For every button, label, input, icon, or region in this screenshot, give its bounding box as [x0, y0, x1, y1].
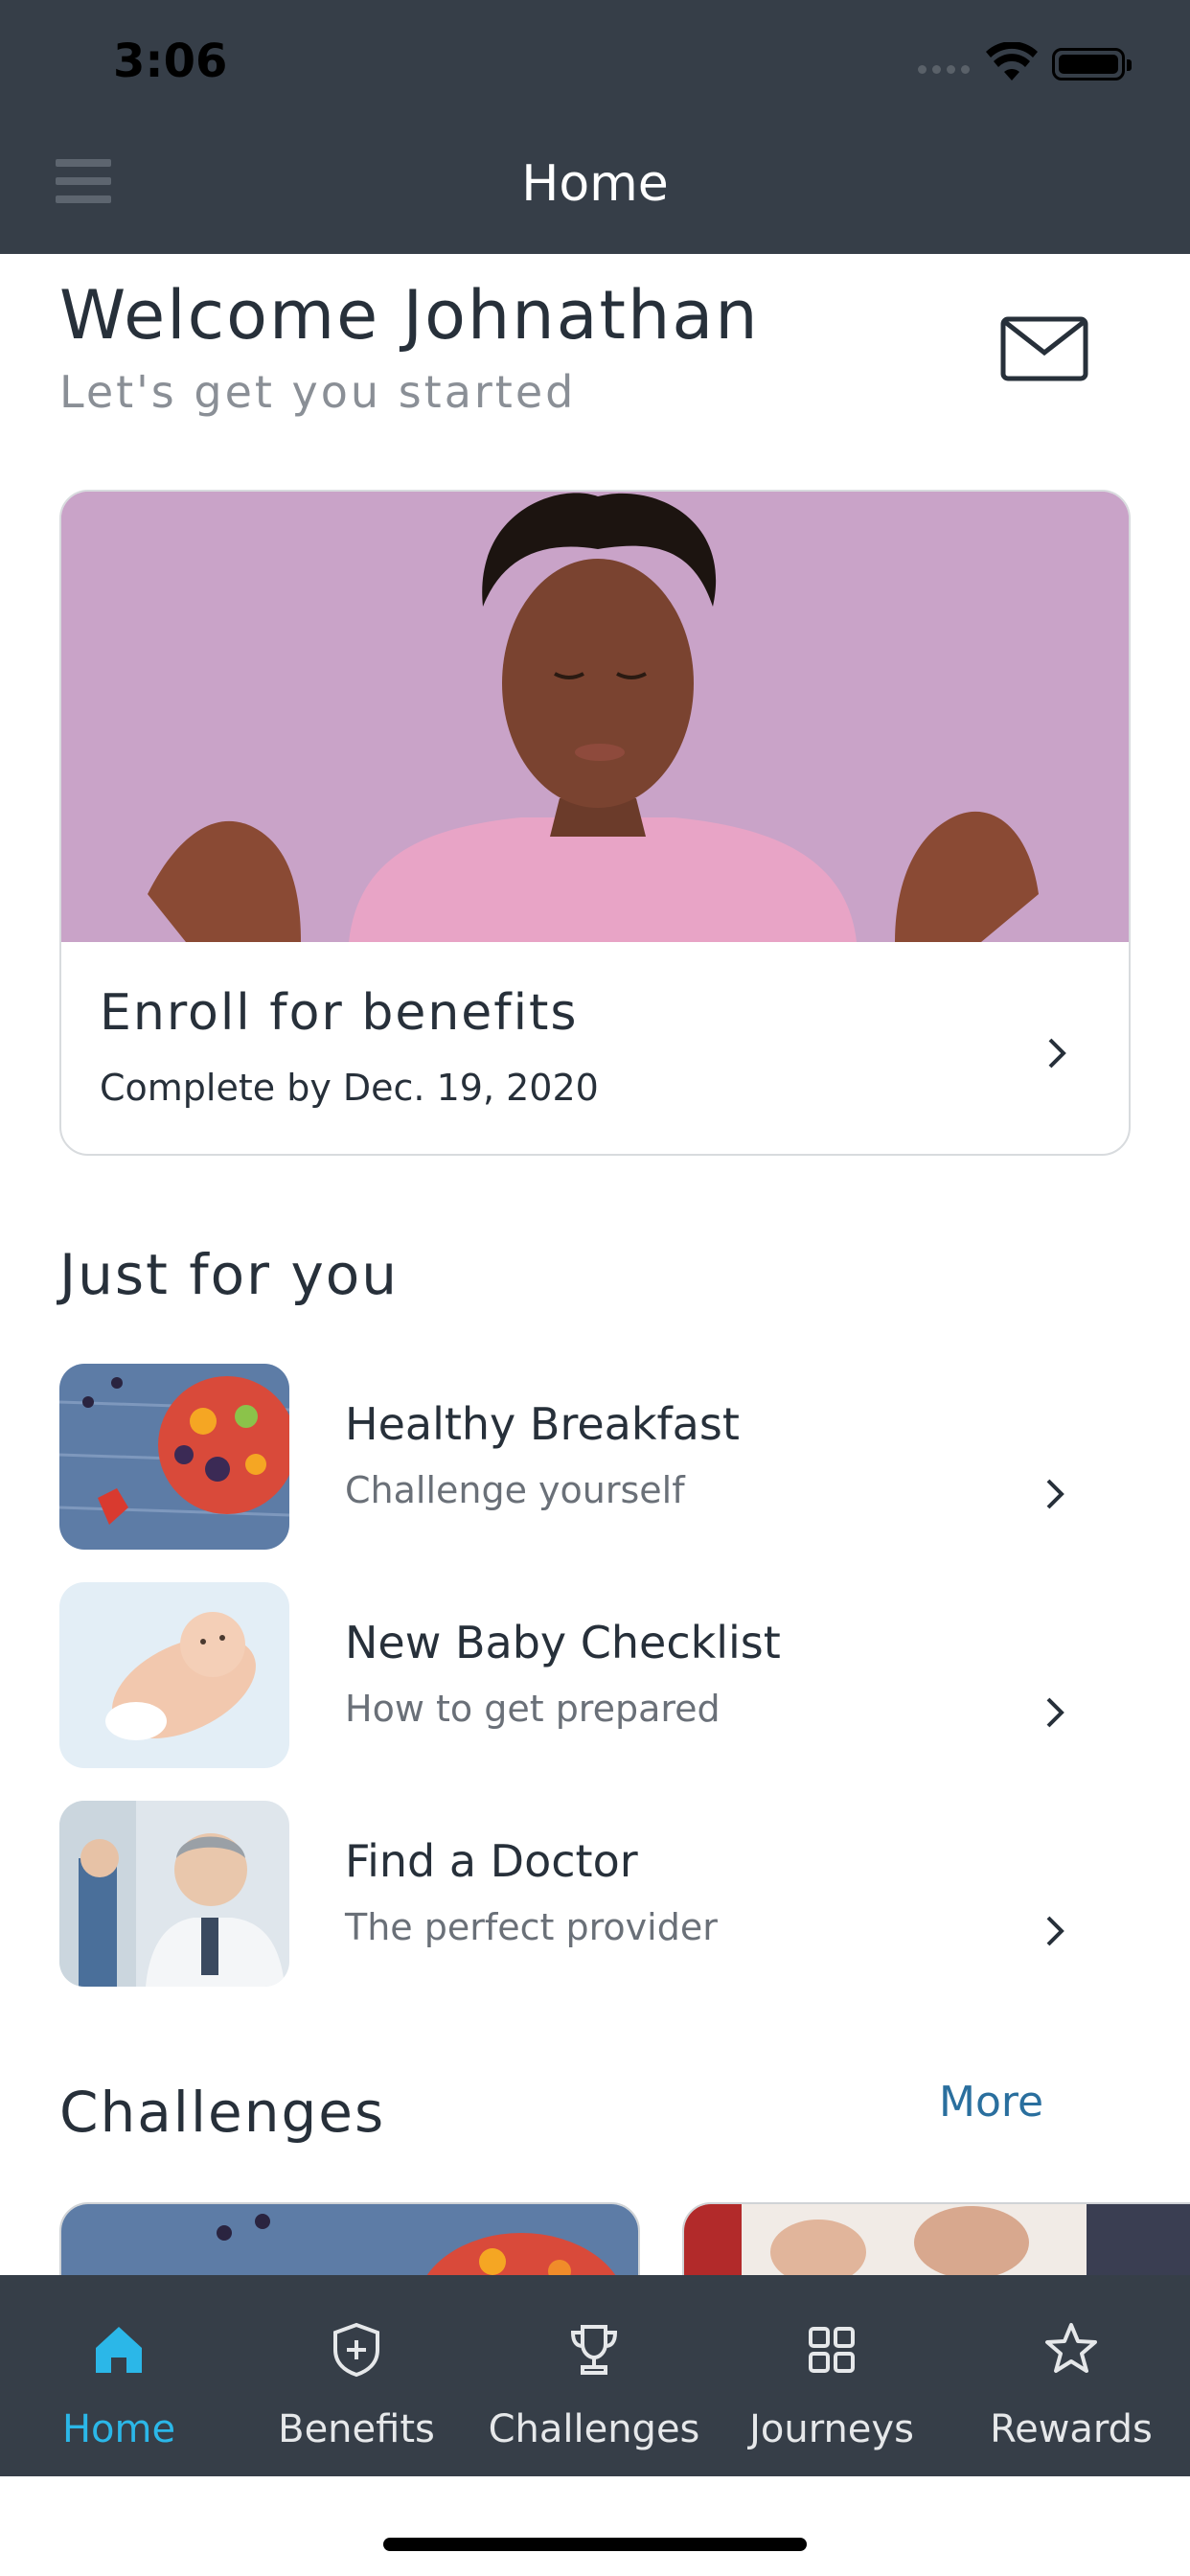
chevron-right-icon — [1046, 1916, 1064, 1946]
list-item-new-baby-checklist[interactable]: New Baby Checklist How to get prepared — [59, 1582, 1131, 1768]
grid-icon — [809, 2327, 855, 2373]
nav-challenges[interactable]: Challenges — [475, 2275, 713, 2476]
enroll-title: Enroll for benefits — [100, 984, 579, 1042]
mail-icon[interactable] — [1000, 316, 1088, 381]
battery-icon — [1052, 48, 1132, 80]
just-for-you-heading: Just for you — [59, 1242, 400, 1307]
enroll-due-date: Complete by Dec. 19, 2020 — [100, 1067, 599, 1109]
list-item-subtitle: Challenge yourself — [345, 1469, 685, 1511]
nav-journeys[interactable]: Journeys — [713, 2275, 950, 2476]
nav-home[interactable]: Home — [0, 2275, 238, 2476]
chevron-right-icon — [1046, 1697, 1064, 1728]
welcome-title: Welcome Johnathan — [59, 276, 760, 355]
list-item-subtitle: How to get prepared — [345, 1688, 721, 1730]
trophy-icon — [570, 2325, 618, 2375]
chevron-right-icon — [1048, 1038, 1066, 1069]
shield-plus-icon — [333, 2322, 379, 2378]
welcome-subtitle: Let's get you started — [59, 366, 577, 418]
chevron-right-icon — [1046, 1479, 1064, 1509]
nav-benefits[interactable]: Benefits — [238, 2275, 475, 2476]
doctor-thumbnail — [59, 1801, 289, 1987]
nav-label: Rewards — [990, 2407, 1153, 2451]
star-icon — [1045, 2323, 1097, 2373]
nav-rewards[interactable]: Rewards — [952, 2275, 1190, 2476]
list-item-title: Healthy Breakfast — [345, 1398, 740, 1450]
nav-label: Home — [61, 2407, 176, 2451]
page-title: Home — [521, 155, 669, 213]
list-item-title: Find a Doctor — [345, 1835, 638, 1887]
baby-thumbnail — [59, 1582, 289, 1768]
meditation-image — [61, 492, 1129, 942]
status-time: 3:06 — [113, 34, 228, 88]
challenges-more-link[interactable]: More — [939, 2078, 1043, 2127]
enroll-benefits-card[interactable]: Enroll for benefits Complete by Dec. 19,… — [59, 490, 1131, 1156]
breakfast-thumbnail — [59, 1364, 289, 1550]
home-icon — [96, 2327, 142, 2373]
challenges-heading: Challenges — [59, 2080, 386, 2145]
list-item-subtitle: The perfect provider — [345, 1906, 718, 1948]
nav-label: Benefits — [278, 2407, 435, 2451]
nav-label: Journeys — [749, 2407, 914, 2451]
list-item-title: New Baby Checklist — [345, 1617, 781, 1668]
bottom-nav: Home Benefits Challenges Journeys Reward… — [0, 2275, 1190, 2476]
wifi-icon — [986, 42, 1038, 80]
home-indicator[interactable] — [383, 2538, 807, 2551]
list-item-find-a-doctor[interactable]: Find a Doctor The perfect provider — [59, 1801, 1131, 1987]
nav-label: Challenges — [488, 2407, 700, 2451]
signal-icon — [918, 65, 975, 79]
list-item-healthy-breakfast[interactable]: Healthy Breakfast Challenge yourself — [59, 1364, 1131, 1550]
